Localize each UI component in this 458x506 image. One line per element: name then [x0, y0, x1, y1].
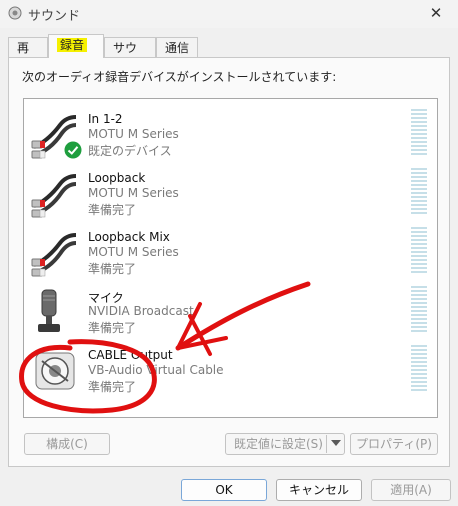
apply-button[interactable]: 適用(A) — [371, 479, 451, 501]
device-name: Loopback — [88, 171, 146, 185]
instructions-text: 次のオーディオ録音デバイスがインストールされています: — [22, 70, 337, 84]
level-meter — [411, 109, 427, 155]
level-meter — [411, 286, 427, 332]
tab-label: 録音 — [57, 38, 88, 52]
set-default-label: 既定値に設定(S) — [234, 437, 323, 451]
tab-communications[interactable]: 通信 — [156, 37, 198, 57]
tab-sounds[interactable]: サウンド — [104, 37, 156, 75]
set-default-button[interactable]: 既定値に設定(S) — [225, 433, 345, 455]
configure-button[interactable]: 構成(C) — [24, 433, 110, 455]
device-status: 準備完了 — [88, 321, 137, 335]
tab-playback[interactable]: 再生 — [8, 37, 48, 75]
list-item[interactable]: In 1-2 MOTU M Series 既定のデバイス — [24, 103, 437, 161]
device-status: 準備完了 — [88, 380, 137, 394]
list-item[interactable]: Loopback MOTU M Series 準備完了 — [24, 162, 437, 220]
device-status: 準備完了 — [88, 262, 137, 276]
device-description: NVIDIA Broadcast — [88, 304, 194, 318]
close-button[interactable]: ✕ — [424, 2, 448, 24]
ok-button[interactable]: OK — [181, 479, 267, 501]
title-bar: サウンド ✕ — [0, 0, 458, 28]
device-status: 既定のデバイス — [88, 144, 172, 158]
device-description: VB-Audio Virtual Cable — [88, 363, 224, 377]
list-item[interactable]: Loopback Mix MOTU M Series 準備完了 — [24, 221, 437, 279]
microphone-icon — [38, 289, 60, 332]
device-name: CABLE Output — [88, 348, 173, 362]
level-meter — [411, 345, 427, 391]
green-check-icon — [64, 141, 82, 159]
rca-cable-icon — [31, 174, 77, 218]
split-divider — [326, 435, 327, 453]
list-item[interactable]: CABLE Output VB-Audio Virtual Cable 準備完了 — [24, 339, 437, 397]
device-name: Loopback Mix — [88, 230, 170, 244]
window-title: サウンド — [28, 9, 81, 24]
device-name: In 1-2 — [88, 112, 123, 126]
vb-cable-icon — [35, 352, 75, 390]
level-meter — [411, 227, 427, 273]
properties-button[interactable]: プロパティ(P) — [350, 433, 438, 455]
device-list[interactable]: In 1-2 MOTU M Series 既定のデバイス Loopback MO… — [23, 98, 438, 418]
speaker-icon — [8, 6, 22, 20]
device-description: MOTU M Series — [88, 127, 179, 141]
chevron-down-icon[interactable] — [331, 440, 341, 446]
device-description: MOTU M Series — [88, 245, 179, 259]
cancel-button[interactable]: キャンセル — [276, 479, 362, 501]
tab-bar: 再生 録音 サウンド 通信 — [0, 33, 458, 75]
level-meter — [411, 168, 427, 214]
rca-cable-icon — [31, 233, 77, 277]
device-description: MOTU M Series — [88, 186, 179, 200]
tab-recording[interactable]: 録音 — [48, 34, 104, 58]
device-status: 準備完了 — [88, 203, 137, 217]
tab-label: 通信 — [165, 41, 190, 55]
list-item[interactable]: マイク NVIDIA Broadcast 準備完了 — [24, 280, 437, 338]
